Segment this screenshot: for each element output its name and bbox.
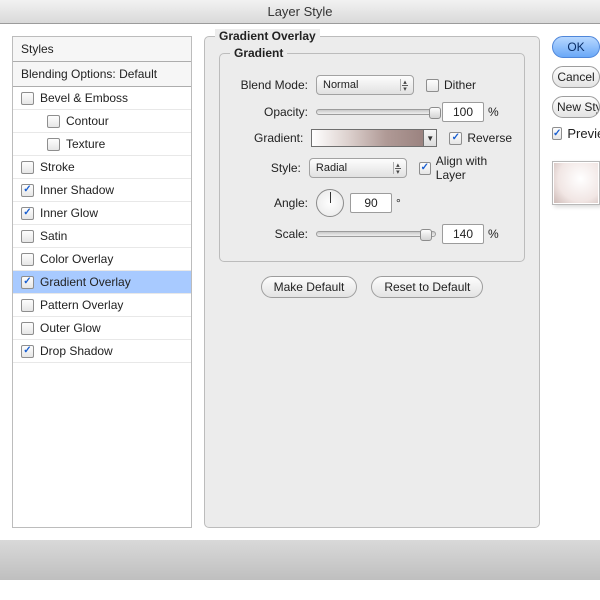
checkbox[interactable] bbox=[21, 207, 34, 220]
styles-panel: Styles Blending Options: Default Bevel &… bbox=[12, 36, 192, 528]
label-angle: Angle: bbox=[232, 196, 316, 210]
row-blend-mode: Blend Mode: Normal Dither bbox=[232, 75, 512, 95]
slider-thumb[interactable] bbox=[429, 107, 441, 119]
style-label: Contour bbox=[66, 114, 109, 128]
style-row-drop-shadow[interactable]: Drop Shadow bbox=[13, 340, 191, 363]
dialog-body: Styles Blending Options: Default Bevel &… bbox=[0, 24, 600, 540]
opacity-input[interactable]: 100 bbox=[442, 102, 484, 122]
checkbox[interactable] bbox=[449, 132, 462, 145]
angle-dial[interactable] bbox=[316, 189, 344, 217]
row-gradient: Gradient: ▼ Reverse bbox=[232, 129, 512, 147]
label-style: Style: bbox=[232, 161, 309, 175]
style-row-gradient-overlay[interactable]: Gradient Overlay bbox=[13, 271, 191, 294]
blend-mode-select[interactable]: Normal bbox=[316, 75, 414, 95]
chevron-updown-icon bbox=[400, 78, 410, 94]
gradient-group: Gradient Blend Mode: Normal Dither bbox=[219, 53, 525, 262]
angle-unit: ° bbox=[396, 196, 401, 210]
reverse-label: Reverse bbox=[467, 131, 512, 145]
checkbox[interactable] bbox=[426, 79, 439, 92]
preview-label: Preview bbox=[567, 126, 600, 141]
checkbox[interactable] bbox=[21, 161, 34, 174]
label-opacity: Opacity: bbox=[232, 105, 316, 119]
style-label: Bevel & Emboss bbox=[40, 91, 128, 105]
style-label: Stroke bbox=[40, 160, 75, 174]
new-style-button[interactable]: New Style... bbox=[552, 96, 600, 118]
style-select[interactable]: Radial bbox=[309, 158, 407, 178]
select-value: Radial bbox=[316, 162, 347, 174]
group-title: Gradient Overlay bbox=[215, 29, 320, 43]
layer-style-dialog: Layer Style Styles Blending Options: Def… bbox=[0, 0, 600, 600]
checkbox[interactable] bbox=[21, 92, 34, 105]
scale-unit: % bbox=[488, 227, 499, 241]
ok-button[interactable]: OK bbox=[552, 36, 600, 58]
dither-label: Dither bbox=[444, 78, 476, 92]
gradient-swatch[interactable] bbox=[311, 129, 424, 147]
cancel-button[interactable]: Cancel bbox=[552, 66, 600, 88]
row-opacity: Opacity: 100 % bbox=[232, 102, 512, 122]
preview-thumbnail bbox=[552, 161, 600, 205]
opacity-unit: % bbox=[488, 105, 499, 119]
label-scale: Scale: bbox=[232, 227, 316, 241]
style-row-bevel-emboss[interactable]: Bevel & Emboss bbox=[13, 87, 191, 110]
row-angle: Angle: 90 ° bbox=[232, 189, 512, 217]
styles-header[interactable]: Styles bbox=[13, 37, 191, 62]
style-label: Inner Glow bbox=[40, 206, 98, 220]
style-label: Gradient Overlay bbox=[40, 275, 131, 289]
checkbox[interactable] bbox=[47, 115, 60, 128]
style-label: Drop Shadow bbox=[40, 344, 113, 358]
reverse-checkbox-wrap[interactable]: Reverse bbox=[449, 131, 512, 145]
settings-panel: Gradient Overlay Gradient Blend Mode: No… bbox=[204, 36, 540, 528]
checkbox[interactable] bbox=[21, 322, 34, 335]
row-style: Style: Radial Align with Layer bbox=[232, 154, 512, 182]
style-row-pattern-overlay[interactable]: Pattern Overlay bbox=[13, 294, 191, 317]
label-gradient: Gradient: bbox=[232, 131, 311, 145]
style-label: Outer Glow bbox=[40, 321, 101, 335]
style-label: Inner Shadow bbox=[40, 183, 114, 197]
style-label: Pattern Overlay bbox=[40, 298, 123, 312]
style-label: Texture bbox=[66, 137, 105, 151]
checkbox[interactable] bbox=[21, 299, 34, 312]
style-row-satin[interactable]: Satin bbox=[13, 225, 191, 248]
style-label: Color Overlay bbox=[40, 252, 113, 266]
inner-title: Gradient bbox=[230, 46, 287, 60]
checkbox[interactable] bbox=[419, 162, 431, 175]
checkbox[interactable] bbox=[21, 230, 34, 243]
checkbox[interactable] bbox=[47, 138, 60, 151]
chevron-updown-icon bbox=[393, 161, 403, 177]
dialog-buttons: OK Cancel New Style... Preview bbox=[552, 36, 600, 528]
make-default-button[interactable]: Make Default bbox=[261, 276, 358, 298]
style-row-contour[interactable]: Contour bbox=[13, 110, 191, 133]
default-buttons: Make Default Reset to Default bbox=[219, 276, 525, 298]
angle-input[interactable]: 90 bbox=[350, 193, 392, 213]
row-scale: Scale: 140 % bbox=[232, 224, 512, 244]
opacity-slider[interactable] bbox=[316, 109, 436, 115]
style-row-outer-glow[interactable]: Outer Glow bbox=[13, 317, 191, 340]
select-value: Normal bbox=[323, 79, 358, 91]
window-footer bbox=[0, 540, 600, 580]
style-row-inner-shadow[interactable]: Inner Shadow bbox=[13, 179, 191, 202]
style-row-color-overlay[interactable]: Color Overlay bbox=[13, 248, 191, 271]
style-row-stroke[interactable]: Stroke bbox=[13, 156, 191, 179]
window-title: Layer Style bbox=[0, 0, 600, 24]
preview-checkbox-wrap[interactable]: Preview bbox=[552, 126, 600, 141]
checkbox[interactable] bbox=[21, 184, 34, 197]
scale-slider[interactable] bbox=[316, 231, 436, 237]
dither-checkbox-wrap[interactable]: Dither bbox=[426, 78, 476, 92]
scale-input[interactable]: 140 bbox=[442, 224, 484, 244]
gradient-overlay-group: Gradient Overlay Gradient Blend Mode: No… bbox=[204, 36, 540, 528]
style-row-inner-glow[interactable]: Inner Glow bbox=[13, 202, 191, 225]
checkbox[interactable] bbox=[21, 253, 34, 266]
label-blend-mode: Blend Mode: bbox=[232, 78, 316, 92]
style-row-texture[interactable]: Texture bbox=[13, 133, 191, 156]
blending-options-row[interactable]: Blending Options: Default bbox=[13, 62, 191, 87]
reset-default-button[interactable]: Reset to Default bbox=[371, 276, 483, 298]
checkbox[interactable] bbox=[21, 345, 34, 358]
align-label: Align with Layer bbox=[436, 154, 512, 182]
checkbox[interactable] bbox=[21, 276, 34, 289]
slider-thumb[interactable] bbox=[420, 229, 432, 241]
gradient-dropdown-icon[interactable]: ▼ bbox=[424, 129, 437, 147]
style-label: Satin bbox=[40, 229, 67, 243]
align-checkbox-wrap[interactable]: Align with Layer bbox=[419, 154, 512, 182]
checkbox[interactable] bbox=[552, 127, 562, 140]
